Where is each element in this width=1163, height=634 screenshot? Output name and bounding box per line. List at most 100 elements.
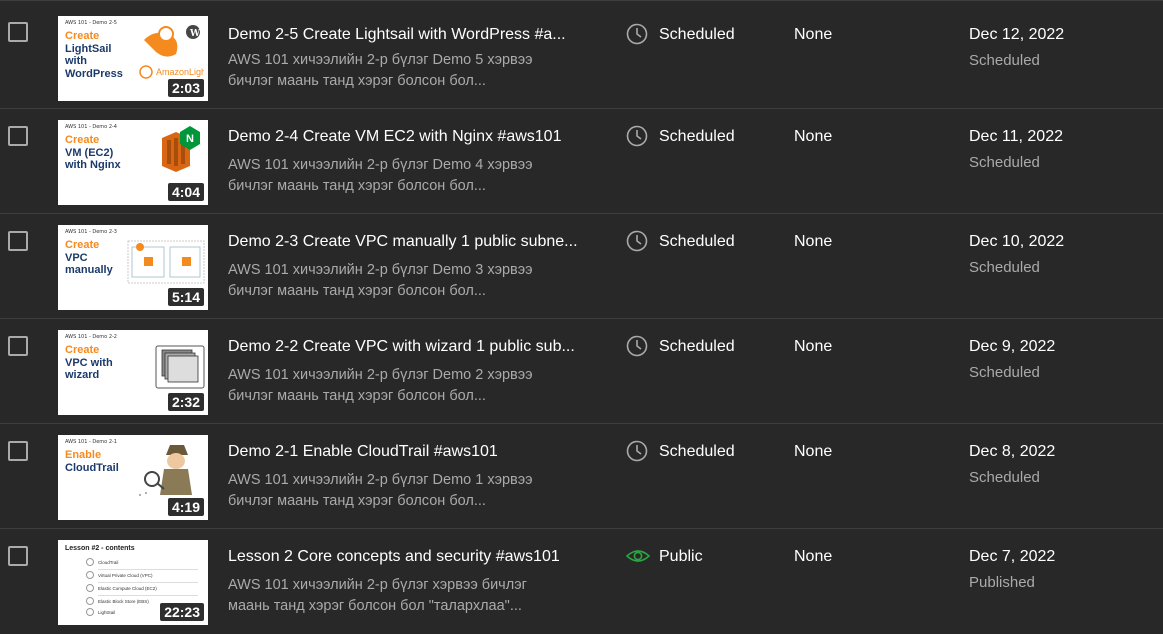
video-duration: 5:14 [167,288,204,306]
thumb-item: LightSail [98,610,116,615]
description-line-1: AWS 101 хичээлийн 2-р бүлэг хэрвээ бичлэ… [228,577,527,593]
visibility-label[interactable]: Scheduled [659,26,735,44]
thumb-line-2: VPC with [65,356,113,369]
detective-icon [139,445,192,496]
video-title[interactable]: Demo 2-4 Create VM EC2 with Nginx #aws10… [228,128,578,146]
date-status: Scheduled [969,364,1040,381]
visibility-label[interactable]: Scheduled [659,443,735,461]
clock-icon [626,230,648,252]
visibility-label[interactable]: Public [659,548,703,566]
thumb-line-3: with [65,55,87,67]
clock-icon [626,440,648,462]
description-line-1: AWS 101 хичээлийн 2-р бүлэг Demo 2 хэрвэ… [228,367,533,383]
video-duration: 22:23 [160,603,204,621]
visibility-label[interactable]: Scheduled [659,233,735,251]
publish-date: Dec 11, 2022 [969,128,1063,145]
video-thumbnail[interactable]: AWS 101 - Demo 2-5 Create LightSail with… [58,16,208,101]
video-title[interactable]: Demo 2-5 Create Lightsail with WordPress… [228,26,578,44]
thumb-line-3: wizard [65,369,100,381]
video-row[interactable]: AWS 101 - Demo 2-4 Create VM (EC2) with … [0,109,1163,214]
video-thumbnail[interactable]: AWS 101 - Demo 2-3 Create VPC manually 5… [58,225,208,310]
thumb-line-2: LightSail [65,42,112,55]
row-checkbox[interactable] [8,546,28,566]
thumb-item: Virtual Private Cloud (VPC) [98,573,153,578]
row-checkbox[interactable] [8,231,28,251]
thumb-item: Elastic Compute Cloud (EC2) [98,586,157,591]
date-status: Published [969,574,1035,591]
video-description: AWS 101 хичээлийн 2-р бүлэг Demo 1 хэрвэ… [228,470,573,512]
row-checkbox[interactable] [8,22,28,42]
video-row[interactable]: AWS 101 - Demo 2-3 Create VPC manually 5… [0,214,1163,319]
video-description: AWS 101 хичээлийн 2-р бүлэг Demo 5 хэрвэ… [228,50,573,92]
row-checkbox[interactable] [8,336,28,356]
svg-text:AmazonLightsail: AmazonLightsail [156,67,204,77]
thumb-heading: Lesson #2 - contents [65,545,135,552]
description-line-2: бичлэг маань танд хэрэг болсон бол... [228,283,486,299]
date-status: Scheduled [969,259,1040,276]
clock-icon [626,335,648,357]
video-row[interactable]: Lesson #2 - contents CloudTrail Virtual … [0,529,1163,634]
date-status: Scheduled [969,469,1040,486]
thumb-line-1: Enable [65,449,102,461]
row-checkbox[interactable] [8,441,28,461]
thumb-course-label: AWS 101 - Demo 2-4 [65,124,117,130]
video-list: AWS 101 - Demo 2-5 Create LightSail with… [0,0,1163,634]
date-status: Scheduled [969,154,1040,171]
thumb-line-1: Create [65,30,100,42]
video-thumbnail[interactable]: AWS 101 - Demo 2-1 Enable CloudTrail 4:1… [58,435,208,520]
video-description: AWS 101 хичээлийн 2-р бүлэг Demo 2 хэрвэ… [228,365,573,407]
eye-icon [626,550,650,562]
thumb-line-4: WordPress [65,67,123,80]
svg-text:N: N [186,133,194,145]
video-row[interactable]: AWS 101 - Demo 2-5 Create LightSail with… [0,0,1163,109]
thumb-course-label: AWS 101 - Demo 2-2 [65,334,117,340]
video-title[interactable]: Demo 2-2 Create VPC with wizard 1 public… [228,338,578,356]
thumb-course-label: AWS 101 - Demo 2-5 [65,20,117,26]
ec2-nginx-logo-icon: N [162,126,200,172]
description-line-1: AWS 101 хичээлийн 2-р бүлэг Demo 5 хэрвэ… [228,52,533,68]
description-line-2: бичлэг маань танд хэрэг болсон бол... [228,73,486,89]
video-duration: 4:04 [167,183,204,201]
description-line-1: AWS 101 хичээлийн 2-р бүлэг Demo 3 хэрвэ… [228,262,533,278]
publish-date: Dec 9, 2022 [969,338,1056,355]
vpc-diagram-icon [127,240,205,284]
lightsail-logo-icon: W AmazonLightsail [139,25,204,79]
restrictions-value: None [794,26,833,43]
publish-date: Dec 12, 2022 [969,26,1065,43]
video-title[interactable]: Lesson 2 Core concepts and security #aws… [228,548,578,566]
restrictions-value: None [794,443,833,460]
vpc-wizard-diagram-icon [155,345,205,389]
clock-icon [626,23,648,45]
video-title[interactable]: Demo 2-1 Enable CloudTrail #aws101 [228,443,578,461]
clock-icon [626,125,648,147]
video-row[interactable]: AWS 101 - Demo 2-1 Enable CloudTrail 4:1… [0,424,1163,529]
thumb-line-1: Create [65,344,100,356]
video-thumbnail[interactable]: Lesson #2 - contents CloudTrail Virtual … [58,540,208,625]
restrictions-value: None [794,548,833,565]
row-checkbox[interactable] [8,126,28,146]
video-thumbnail[interactable]: AWS 101 - Demo 2-4 Create VM (EC2) with … [58,120,208,205]
video-duration: 2:32 [167,393,204,411]
visibility-label[interactable]: Scheduled [659,338,735,356]
thumb-line-2: CloudTrail [65,461,119,474]
video-row[interactable]: AWS 101 - Demo 2-2 Create VPC with wizar… [0,319,1163,424]
video-description: AWS 101 хичээлийн 2-р бүлэг Demo 4 хэрвэ… [228,155,573,197]
description-line-1: AWS 101 хичээлийн 2-р бүлэг Demo 4 хэрвэ… [228,157,533,173]
video-description: AWS 101 хичээлийн 2-р бүлэг Demo 3 хэрвэ… [228,260,573,302]
thumb-line-1: Create [65,134,100,146]
svg-text:W: W [189,29,201,39]
video-duration: 2:03 [167,79,204,97]
video-thumbnail[interactable]: AWS 101 - Demo 2-2 Create VPC with wizar… [58,330,208,415]
restrictions-value: None [794,338,833,355]
thumb-course-label: AWS 101 - Demo 2-1 [65,439,117,445]
publish-date: Dec 7, 2022 [969,548,1056,565]
description-line-2: бичлэг маань танд хэрэг болсон бол... [228,493,486,509]
restrictions-value: None [794,233,833,250]
restrictions-value: None [794,128,833,145]
thumb-line-1: Create [65,239,100,251]
video-title[interactable]: Demo 2-3 Create VPC manually 1 public su… [228,233,578,251]
description-line-2: бичлэг маань танд хэрэг болсон бол... [228,388,486,404]
visibility-label[interactable]: Scheduled [659,128,735,146]
description-line-2: маань танд хэрэг болсон бол "талархлаа".… [228,598,522,614]
thumb-course-label: AWS 101 - Demo 2-3 [65,229,117,235]
